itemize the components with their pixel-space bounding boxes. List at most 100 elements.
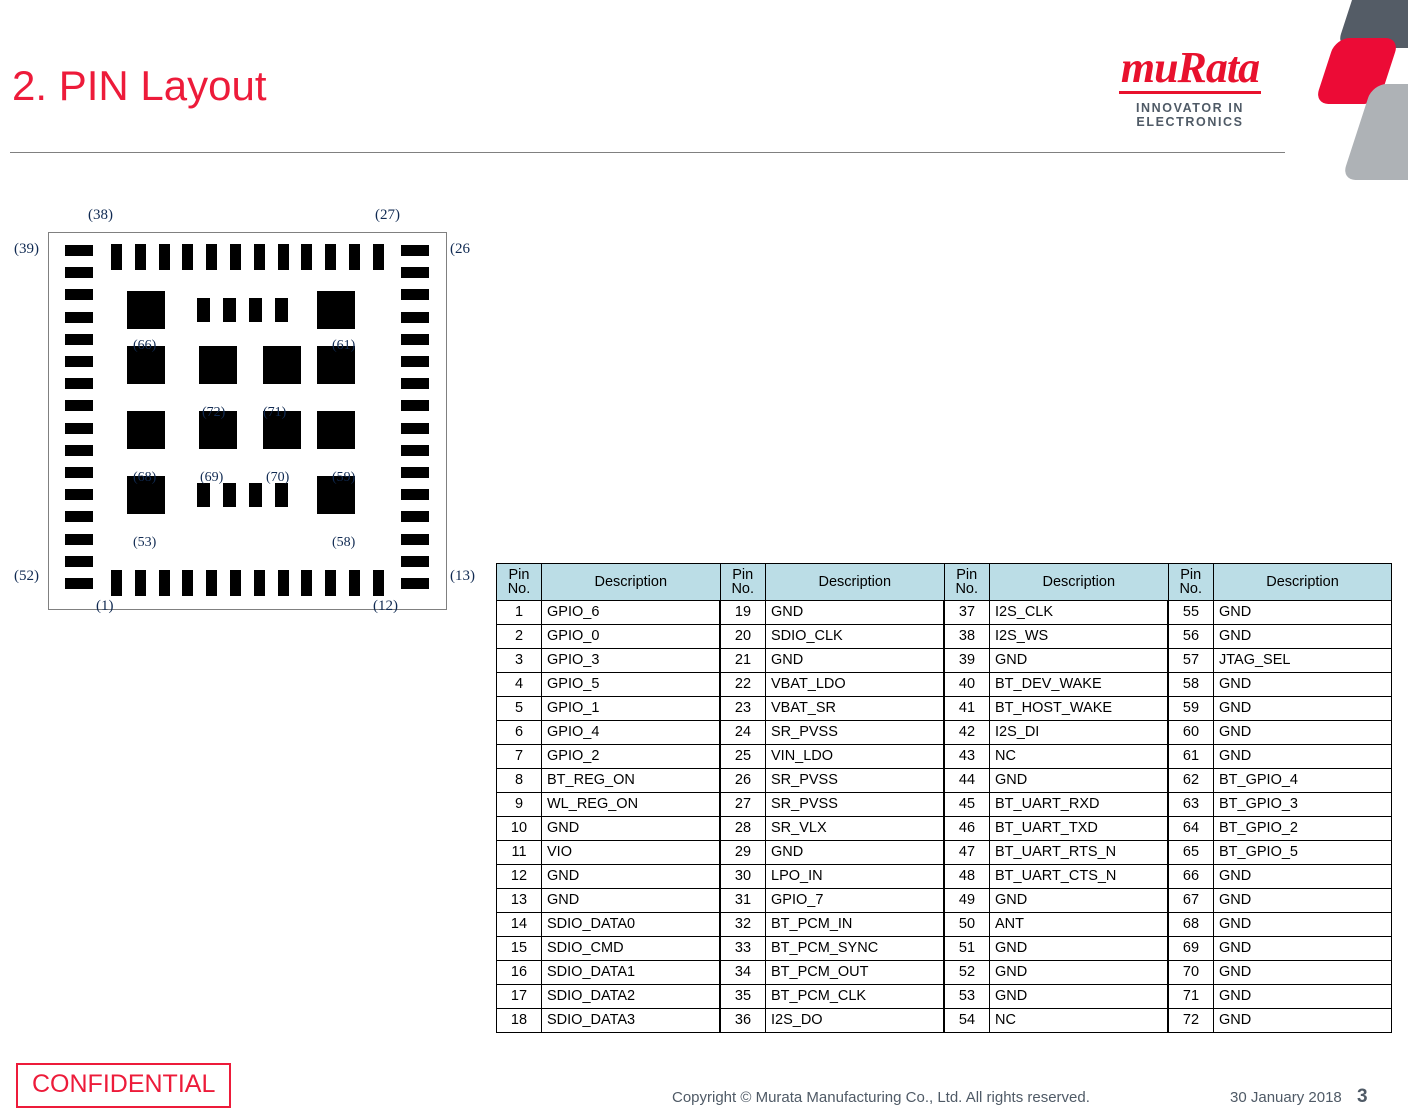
pad-61: [317, 291, 355, 329]
table-row: 12 GND 30 LPO_IN 48 BT_UART_CTS_N 66 GND: [496, 864, 1392, 889]
cell-pin-no: 29: [719, 840, 766, 865]
pad-bottom: [206, 570, 218, 596]
cell-description: BT_GPIO_5: [1213, 840, 1392, 865]
cell-pin-no: 44: [943, 768, 990, 793]
cell-description: BT_GPIO_2: [1213, 816, 1392, 841]
pin-diagram-inner-label: (69): [200, 470, 224, 485]
cell-pin-no: 17: [496, 984, 542, 1009]
table-row: 3 GPIO_3 21 GND 39 GND 57 JTAG_SEL: [496, 648, 1392, 673]
pin-layout-diagram: [48, 232, 447, 610]
cell-description: GPIO_3: [541, 648, 721, 673]
cell-description: SR_PVSS: [765, 792, 945, 817]
cell-pin-no: 39: [943, 648, 990, 673]
pin-diagram-inner-label: (53): [133, 535, 157, 550]
cell-description: GPIO_7: [765, 888, 945, 913]
cell-pin-no: 65: [1167, 840, 1214, 865]
pad-left: [65, 378, 93, 390]
cell-pin-no: 25: [719, 744, 766, 769]
header-divider: [10, 152, 1285, 153]
pad-top: [372, 244, 384, 270]
cell-description: GND: [765, 840, 945, 865]
cell-description: GPIO_0: [541, 624, 721, 649]
cell-description: GPIO_1: [541, 696, 721, 721]
pad-bottom: [134, 570, 146, 596]
cell-pin-no: 37: [943, 600, 990, 625]
page-title: 2. PIN Layout: [12, 62, 267, 109]
cell-description: BT_PCM_CLK: [765, 984, 945, 1009]
pad-small-bottom: [197, 483, 210, 507]
cell-description: VBAT_LDO: [765, 672, 945, 697]
column-header-description-3: Description: [989, 563, 1169, 601]
cell-description: NC: [989, 744, 1169, 769]
table-row: 10 GND 28 SR_VLX 46 BT_UART_TXD 64 BT_GPIO_2: [496, 816, 1392, 841]
column-header-pin-no-2: Pin No.: [719, 563, 766, 601]
pad-right: [401, 356, 429, 367]
cell-pin-no: 22: [719, 672, 766, 697]
pad-left: [65, 311, 93, 323]
cell-pin-no: 5: [496, 696, 542, 721]
cell-description: GND: [1213, 744, 1392, 769]
column-header-pin-no-3: Pin No.: [943, 563, 990, 601]
cell-pin-no: 26: [719, 768, 766, 793]
pad-left: [65, 533, 93, 545]
cell-pin-no: 43: [943, 744, 990, 769]
pad-left: [65, 511, 93, 523]
cell-description: GND: [1213, 624, 1392, 649]
cell-pin-no: 38: [943, 624, 990, 649]
cell-description: SDIO_DATA0: [541, 912, 721, 937]
cell-pin-no: 70: [1167, 960, 1214, 985]
cell-pin-no: 14: [496, 912, 542, 937]
cell-description: GND: [541, 864, 721, 889]
pad-right: [401, 511, 429, 523]
cell-pin-no: 72: [1167, 1008, 1214, 1033]
pad-top: [206, 244, 218, 270]
table-row: 8 BT_REG_ON 26 SR_PVSS 44 GND 62 BT_GPIO_4: [496, 768, 1392, 793]
table-row: 11 VIO 29 GND 47 BT_UART_RTS_N 65 BT_GPIO_5: [496, 840, 1392, 865]
pad-right: [401, 533, 429, 545]
cell-description: GND: [765, 648, 945, 673]
pad-top: [349, 244, 360, 270]
cell-pin-no: 35: [719, 984, 766, 1009]
cell-pin-no: 6: [496, 720, 542, 745]
cell-description: VIO: [541, 840, 721, 865]
column-header-description-1: Description: [541, 563, 721, 601]
pin-diagram-inner-label: (66): [133, 338, 157, 353]
cell-pin-no: 56: [1167, 624, 1214, 649]
cell-description: BT_GPIO_3: [1213, 792, 1392, 817]
cell-pin-no: 63: [1167, 792, 1214, 817]
table-header-row: Pin No. Description Pin No. Description Pi…: [496, 563, 1392, 601]
pad-top: [134, 244, 146, 270]
table-row: 5 GPIO_1 23 VBAT_SR 41 BT_HOST_WAKE 59 GND: [496, 696, 1392, 721]
pad-left: [65, 333, 93, 345]
cell-pin-no: 41: [943, 696, 990, 721]
table-row: 17 SDIO_DATA2 35 BT_PCM_CLK 53 GND 71 GND: [496, 984, 1392, 1009]
cell-pin-no: 36: [719, 1008, 766, 1033]
cell-description: GND: [1213, 936, 1392, 961]
cell-pin-no: 31: [719, 888, 766, 913]
pad-top: [182, 244, 194, 270]
pad-left: [65, 578, 93, 589]
copyright-text: Copyright © Murata Manufacturing Co., Lt…: [672, 1089, 1090, 1106]
pad-right: [401, 444, 429, 456]
cell-pin-no: 2: [496, 624, 542, 649]
pad-bottom: [182, 570, 194, 596]
cell-description: SR_VLX: [765, 816, 945, 841]
cell-pin-no: 4: [496, 672, 542, 697]
cell-description: GND: [989, 648, 1169, 673]
cell-pin-no: 7: [496, 744, 542, 769]
pad-right: [401, 289, 429, 301]
cell-description: SDIO_DATA2: [541, 984, 721, 1009]
pad-left: [65, 489, 93, 501]
table-row: 13 GND 31 GPIO_7 49 GND 67 GND: [496, 888, 1392, 913]
pad-left: [65, 555, 93, 567]
table-row: 1 GPIO_6 19 GND 37 I2S_CLK 55 GND: [496, 600, 1392, 625]
cell-description: SDIO_CMD: [541, 936, 721, 961]
cell-description: VBAT_SR: [765, 696, 945, 721]
cell-description: LPO_IN: [765, 864, 945, 889]
pad-right: [401, 311, 429, 323]
pin-diagram-outer-label: (1): [96, 598, 114, 614]
cell-pin-no: 21: [719, 648, 766, 673]
pad-bottom: [253, 570, 265, 596]
cell-pin-no: 30: [719, 864, 766, 889]
pad-small-top: [275, 298, 288, 322]
